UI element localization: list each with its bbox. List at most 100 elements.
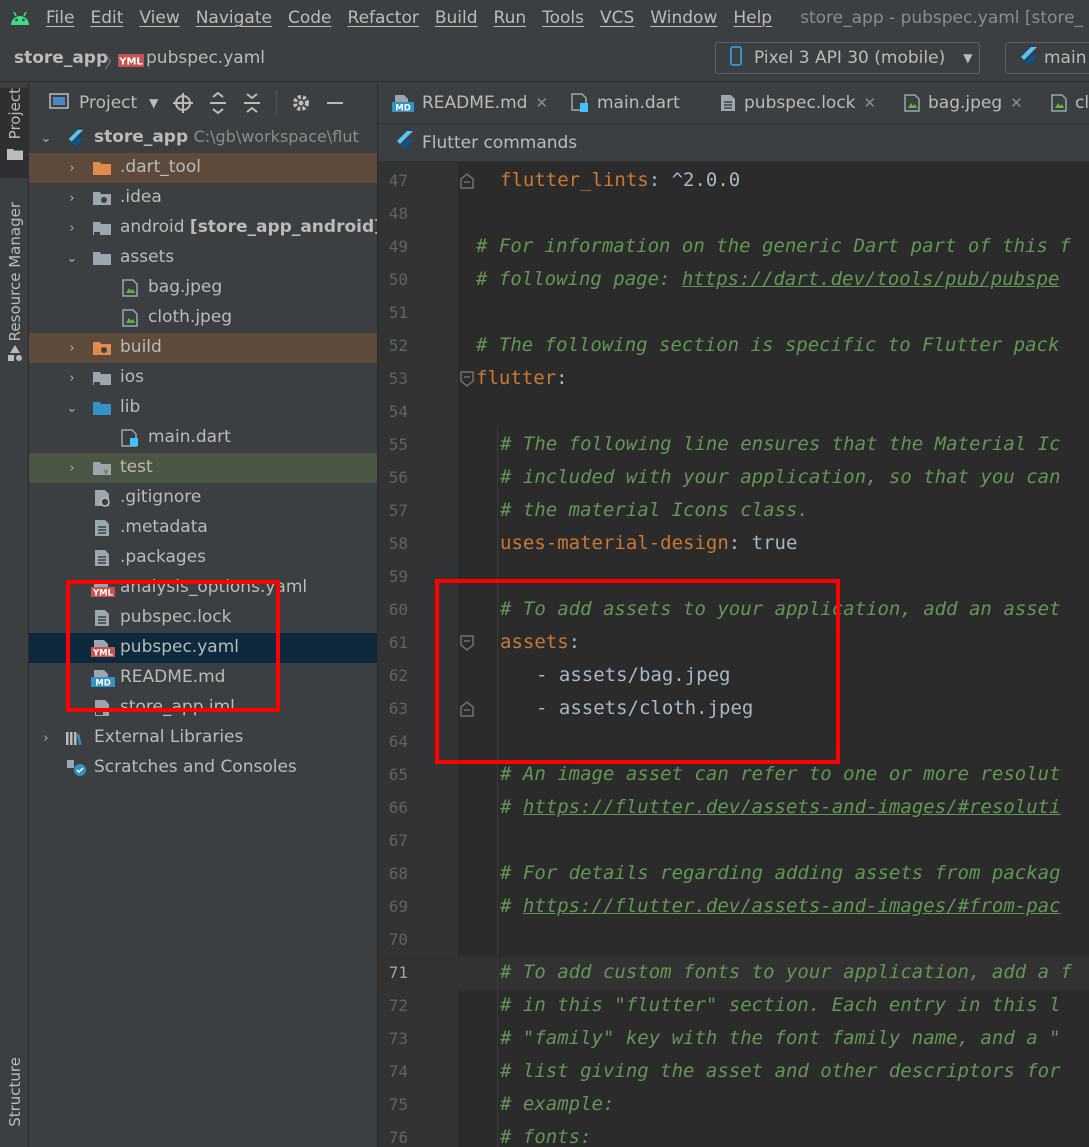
code-line-49: # For information on the generic Dart pa…: [476, 235, 1071, 257]
tab-readme[interactable]: MD README.md ✕: [392, 82, 548, 123]
menu-code[interactable]: Code: [288, 8, 332, 28]
minimize-icon[interactable]: [325, 93, 345, 113]
code-link[interactable]: https://flutter.dev/assets-and-images/#r…: [523, 796, 1061, 818]
tool-tab-project[interactable]: Project: [0, 88, 29, 178]
menu-refactor[interactable]: Refactor: [348, 8, 419, 28]
highlight-box-files: [66, 580, 280, 712]
menu-view[interactable]: View: [139, 8, 179, 28]
fold-start-icon[interactable]: [459, 371, 475, 387]
line-number: 62: [388, 666, 408, 685]
tree-item-label: bag.jpeg: [148, 277, 223, 297]
tree-item-dart-tool[interactable]: › .dart_tool: [29, 153, 377, 183]
tree-item-android[interactable]: › android [store_app_android]: [29, 213, 377, 243]
flutter-commands-link[interactable]: Flutter commands: [422, 133, 577, 153]
menu-bar: File Edit View Navigate Code Refactor Bu…: [0, 0, 1089, 36]
tab-main-dart[interactable]: main.dart: [571, 82, 680, 123]
tree-item-idea[interactable]: › .idea: [29, 183, 377, 213]
tree-item-test[interactable]: › test: [29, 453, 377, 483]
locate-icon[interactable]: [172, 92, 194, 114]
line-number: 51: [388, 303, 408, 322]
menu-tools[interactable]: Tools: [542, 8, 584, 28]
tree-item-main-dart[interactable]: main.dart: [29, 423, 377, 453]
chevron-right-icon[interactable]: ›: [65, 183, 79, 213]
menu-vcs[interactable]: VCS: [600, 8, 634, 28]
tree-item-build[interactable]: › build: [29, 333, 377, 363]
chevron-right-icon[interactable]: ›: [65, 213, 79, 243]
markdown-file-icon: MD: [392, 95, 414, 113]
resources-icon: [7, 345, 23, 366]
android-studio-icon: [2, 0, 38, 36]
code-link[interactable]: https://dart.dev/tools/pub/pubspe: [682, 268, 1060, 290]
tree-item-label: store_app C:\gb\workspace\flut: [94, 127, 359, 147]
chevron-down-icon[interactable]: ⌄: [39, 123, 53, 153]
menu-navigate[interactable]: Navigate: [196, 8, 272, 28]
tree-item-lib[interactable]: ⌄ lib: [29, 393, 377, 423]
collapse-all-icon[interactable]: [242, 92, 262, 114]
chevron-right-icon[interactable]: ›: [65, 333, 79, 363]
line-number: 54: [388, 402, 408, 421]
chevron-right-icon[interactable]: ›: [39, 723, 53, 753]
tree-item-label: assets: [120, 247, 175, 267]
menu-edit[interactable]: Edit: [90, 8, 123, 28]
breadcrumb-project[interactable]: store_app: [14, 48, 108, 68]
chevron-down-icon[interactable]: ⌄: [65, 393, 79, 423]
chevron-right-icon[interactable]: ›: [65, 453, 79, 483]
device-selector[interactable]: Pixel 3 API 30 (mobile) ▼: [715, 42, 980, 74]
tree-item-store-app[interactable]: ⌄ store_app C:\gb\workspace\flut: [29, 123, 377, 153]
tool-tab-project-label: Project: [5, 88, 24, 140]
menu-run[interactable]: Run: [494, 8, 527, 28]
tree-item-packages[interactable]: .packages: [29, 543, 377, 573]
tree-item-external-libraries[interactable]: › External Libraries: [29, 723, 377, 753]
tree-item-bag-jpeg[interactable]: bag.jpeg: [29, 273, 377, 303]
code-line-47: flutter_lints: ^2.0.0: [500, 169, 741, 191]
breadcrumb-file[interactable]: pubspec.yaml: [146, 48, 265, 68]
expand-all-icon[interactable]: [208, 92, 228, 114]
tree-item-gitignore[interactable]: .gitignore: [29, 483, 377, 513]
line-number: 64: [388, 732, 408, 751]
line-number: 67: [388, 831, 408, 850]
editor-tab-bar: MD README.md ✕ main.dart pubspec.lock ✕ …: [378, 82, 1089, 124]
run-config-selector[interactable]: main: [1005, 42, 1089, 74]
navigation-bar: store_app 〉 YML pubspec.yaml Pixel 3 API…: [0, 36, 1089, 82]
code-line-57: # the material Icons class.: [500, 499, 809, 521]
text-file-icon: [95, 550, 109, 566]
close-icon[interactable]: ✕: [864, 94, 877, 112]
menu-help[interactable]: Help: [733, 8, 772, 28]
menu-window[interactable]: Window: [650, 8, 717, 28]
chevron-down-icon[interactable]: ▼: [149, 96, 158, 110]
code-link[interactable]: https://flutter.dev/assets-and-images/#f…: [523, 895, 1061, 917]
tree-item-metadata[interactable]: .metadata: [29, 513, 377, 543]
tree-item-scratches[interactable]: Scratches and Consoles: [29, 753, 377, 783]
flutter-icon: [68, 129, 84, 147]
tree-item-label: cloth.jpeg: [148, 307, 233, 327]
svg-text:MD: MD: [395, 104, 411, 113]
tree-item-assets[interactable]: ⌄ assets: [29, 243, 377, 273]
menu-build[interactable]: Build: [435, 8, 478, 28]
chevron-right-icon[interactable]: ›: [65, 363, 79, 393]
code-line-65: # An image asset can refer to one or mor…: [500, 763, 1061, 785]
fold-end-icon[interactable]: [459, 173, 475, 189]
tree-item-label: .dart_tool: [120, 157, 201, 177]
code-line-72: # in this "flutter" section. Each entry …: [500, 994, 1061, 1016]
code-line-74: # list giving the asset and other descri…: [500, 1060, 1061, 1082]
tool-tab-structure[interactable]: Structure: [0, 1057, 29, 1147]
tree-item-ios[interactable]: › ios: [29, 363, 377, 393]
code-line-58: uses-material-design: true: [500, 532, 798, 554]
gear-icon[interactable]: [291, 93, 311, 113]
chevron-down-icon[interactable]: ⌄: [65, 243, 79, 273]
menu-file[interactable]: File: [46, 8, 74, 28]
tree-item-cloth-jpeg[interactable]: cloth.jpeg: [29, 303, 377, 333]
libraries-icon: [66, 732, 82, 746]
ignore-file-icon: [95, 490, 110, 507]
tab-bag-jpeg[interactable]: bag.jpeg ✕: [904, 82, 1023, 123]
tab-cloth-jpeg[interactable]: cl: [1051, 82, 1089, 123]
line-number: 63: [388, 699, 408, 718]
close-icon[interactable]: ✕: [535, 94, 548, 112]
tab-label: pubspec.lock: [744, 93, 856, 113]
chevron-right-icon[interactable]: ›: [65, 153, 79, 183]
tool-tab-resource-manager[interactable]: Resource Manager: [0, 202, 29, 372]
line-number: 68: [388, 864, 408, 883]
tab-pubspec-lock[interactable]: pubspec.lock ✕: [720, 82, 877, 123]
project-view-title[interactable]: Project: [79, 93, 137, 113]
close-icon[interactable]: ✕: [1010, 94, 1023, 112]
